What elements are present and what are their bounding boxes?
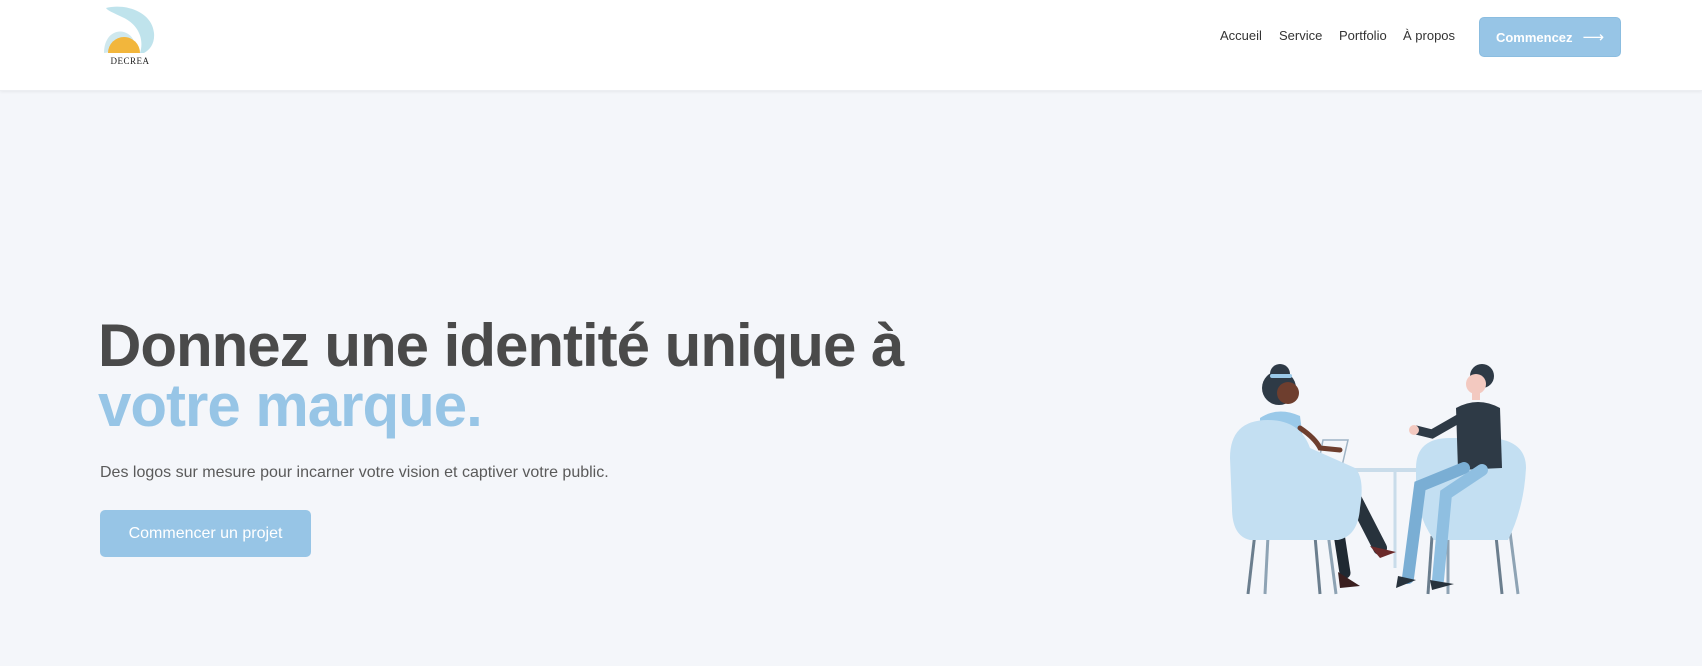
logo-mark-icon [100,6,160,69]
site-header: DECREA Accueil Service Portfolio À propo… [0,0,1702,91]
start-project-button[interactable]: Commencer un projet [100,510,311,557]
logo[interactable]: DECREA [100,5,160,69]
header-start-button[interactable]: Commencez ⟶ [1479,17,1621,57]
nav-link-portfolio[interactable]: Portfolio [1339,28,1387,46]
meeting-illustration [1220,358,1540,598]
nav-link-accueil[interactable]: Accueil [1220,28,1262,46]
meeting-illustration-icon [1230,364,1526,595]
hero-title: Donnez une identité unique à votre marqu… [98,316,998,436]
hero-title-line-1: Donnez une identité unique à [98,312,904,379]
nav-link-service[interactable]: Service [1279,28,1322,46]
arrow-right-icon: ⟶ [1582,29,1605,46]
hero-title-line-2: votre marque. [98,372,483,439]
nav-link-a-propos[interactable]: À propos [1403,28,1455,46]
header-start-label: Commencez [1495,29,1573,45]
logo-text: DECREA [110,56,150,66]
hero-subtitle: Des logos sur mesure pour incarner votre… [100,464,609,481]
